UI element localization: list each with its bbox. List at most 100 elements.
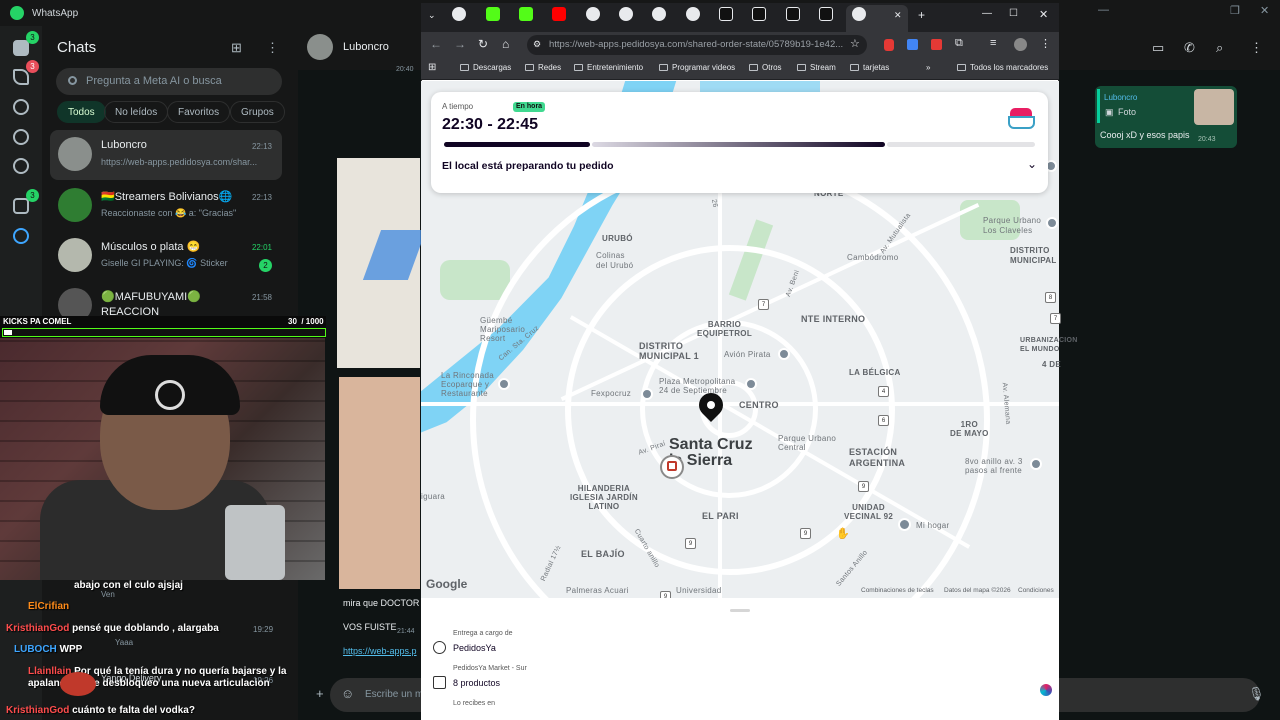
tab[interactable] [619,7,633,21]
all-bookmarks[interactable]: Todos los marcadores [957,63,1048,72]
chat-preview: Giselle GI PLAYING: 🌀 Sticker [101,258,228,268]
sheet-drag-handle[interactable] [730,609,750,612]
channels-icon[interactable] [13,129,29,145]
tab[interactable] [719,7,733,21]
minimize-icon[interactable]: — [1098,4,1109,16]
quoted-type: Foto [1118,107,1137,117]
tab[interactable] [819,7,833,21]
road-number: 7 [758,299,769,310]
map-footer-link[interactable]: Condiciones [1018,587,1054,594]
folder-icon [460,64,469,71]
bookmark-star-icon[interactable]: ☆ [850,37,860,50]
google-logo: Google [426,577,468,591]
filter-todos[interactable]: Todos [57,101,106,123]
tab[interactable] [586,7,600,21]
bookmark-folder[interactable]: Otros [749,63,782,72]
browser-maximize-icon[interactable]: ☐ [1009,8,1018,19]
restore-icon[interactable]: ❐ [1230,4,1240,17]
contact-avatar[interactable] [307,34,333,60]
archived-badge: 3 [26,189,39,202]
emoji-icon[interactable]: ☺ [341,686,354,701]
communities-icon[interactable] [13,158,29,174]
chat-item[interactable]: Músculos o plata 😁 22:01 Giselle GI PLAY… [50,231,282,281]
tab[interactable] [552,7,566,21]
browser-menu-icon[interactable]: ⋮ [1040,37,1051,50]
chat-preview: https://web-apps.pedidosya.com/shar... [101,157,258,167]
calls-icon[interactable] [13,69,29,85]
url-text: https://web-apps.pedidosya.com/shared-or… [549,39,844,50]
bookmark-folder[interactable]: Stream [797,63,836,72]
quoted-photo-thumbnail [1194,89,1234,125]
assistant-icon[interactable] [1040,684,1052,696]
apps-icon[interactable]: ⊞ [428,62,436,73]
chevron-down-icon[interactable]: ⌄ [1027,157,1037,171]
contact-name[interactable]: Luboncro [343,41,389,53]
close-tab-icon[interactable]: ✕ [894,10,902,21]
reload-icon[interactable]: ↻ [478,37,488,51]
tab[interactable] [786,7,800,21]
meta-ai-icon[interactable] [13,228,29,244]
status-icon[interactable] [13,99,29,115]
folder-icon [850,64,859,71]
browser-close-icon[interactable]: ✕ [1039,8,1048,21]
courier-icon [433,641,446,654]
filter-grupos[interactable]: Grupos [230,101,285,123]
profile-avatar[interactable] [1014,38,1027,51]
new-chat-icon[interactable]: ⊞ [231,40,242,56]
extension-icon[interactable] [884,39,894,51]
close-window-icon[interactable]: ✕ [1260,4,1269,17]
map-footer-link[interactable]: Datos del mapa ©2026 [944,587,1011,594]
mic-icon[interactable]: 🎙 [1248,686,1265,702]
tab[interactable] [652,7,666,21]
message-input[interactable]: Escribe un m [365,689,423,700]
new-tab-icon[interactable]: + [918,8,925,22]
chat-item[interactable]: Luboncro 22:13 https://web-apps.pedidosy… [50,130,282,180]
basket-icon [433,676,446,689]
folder-icon [749,64,758,71]
media-icon[interactable]: ≡ [990,37,996,49]
chats-icon[interactable] [13,40,29,56]
chat-menu-icon[interactable]: ⋮ [1250,40,1264,55]
tab[interactable] [686,7,700,21]
park-poi-icon [498,378,510,390]
message-link[interactable]: https://web-apps.p [343,646,417,656]
whatsapp-logo-icon [10,6,24,20]
tab[interactable] [752,7,766,21]
search-chat-icon[interactable]: ⌕ [1216,40,1230,55]
tab[interactable] [452,7,466,21]
archived-icon[interactable] [13,198,29,214]
map-label: BARRIO EQUIPETROL [697,320,753,338]
video-call-icon[interactable]: ▭ [1152,40,1166,55]
search-input[interactable]: Pregunta a Meta AI o busca [56,68,282,95]
back-icon[interactable]: ← [430,37,442,51]
bookmark-folder[interactable]: tarjetas [850,63,889,72]
road-number: 7 [1050,313,1061,324]
map-footer-link[interactable]: Combinaciones de teclas [861,587,934,594]
voice-call-icon[interactable]: ✆ [1184,40,1198,55]
extensions-icon[interactable]: ⧉ [955,37,963,50]
site-info-icon[interactable]: ⚙ [533,39,541,50]
tab[interactable] [519,7,533,21]
browser-minimize-icon[interactable]: — [982,8,992,19]
bookmarks-overflow[interactable]: » [926,63,930,72]
tab-search-icon[interactable]: ⌄ [428,10,436,21]
order-details-sheet[interactable] [421,598,1059,720]
map-label: LA BÉLGICA [849,368,901,377]
address-bar[interactable]: https://web-apps.pedidosya.com/shared-or… [527,35,867,55]
bookmark-folder[interactable]: Redes [525,63,561,72]
forward-icon[interactable]: → [454,37,466,51]
shared-image[interactable] [339,377,420,589]
home-icon[interactable]: ⌂ [502,37,509,51]
bookmark-folder[interactable]: Programar videos [659,63,735,72]
bookmark-folder[interactable]: Entretenimiento [574,63,643,72]
products-count[interactable]: 8 productos [453,678,500,688]
tab[interactable] [486,7,500,21]
bookmark-folder[interactable]: Descargas [460,63,511,72]
behind-text: Ven [101,590,115,599]
menu-icon[interactable]: ⋮ [266,40,279,56]
extension-icon[interactable] [931,39,942,50]
filter-favoritos[interactable]: Favoritos [167,101,231,123]
extension-icon[interactable] [907,39,918,50]
filter-no-leidos[interactable]: No leídos [104,101,169,123]
chat-item[interactable]: 🇧🇴Streamers Bolivianos🌐 22:13 Reaccionas… [50,181,282,231]
